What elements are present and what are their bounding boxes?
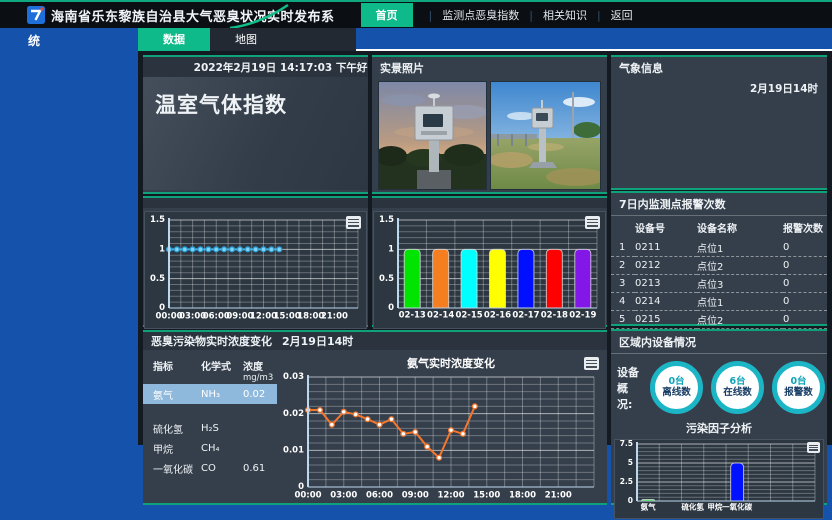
greeting-panel: 2022年2月19日 14:17:03 下午好 温室气体指数 <box>143 55 368 194</box>
daily-index-chart-panel <box>372 196 607 327</box>
devices-overview-label: 设备概况: <box>617 364 642 412</box>
alarm-table-row: 50215点位20 <box>611 311 827 329</box>
main-nav: 首页 | 监测点恶臭指数 | 相关知识 | 返回 <box>361 3 633 27</box>
weather-panel: 气象信息 2月19日14时 <box>611 55 827 190</box>
alarm-table-row: 20212点位20 <box>611 257 827 275</box>
alarm-table-header: 设备号 设备名称 报警次数 <box>611 218 827 239</box>
nav-item-3[interactable]: 返回 <box>611 7 633 23</box>
devices-panel: 区域内设备情况 设备概况: 0台离线数6台在线数0台报警数 污染因子分析 <box>611 329 827 505</box>
app-logo-icon <box>27 6 45 24</box>
device-gauges: 设备概况: 0台离线数6台在线数0台报警数 <box>611 354 827 416</box>
unit-label: mg/m3 <box>243 373 277 383</box>
alarm-table-row: 10211点位10 <box>611 239 827 257</box>
weather-time: 2月19日14时 <box>611 79 827 96</box>
factor-analysis-title: 污染因子分析 <box>611 420 827 436</box>
decorative-swoosh <box>228 3 290 29</box>
odor-index-chart <box>145 212 366 324</box>
ammonia-chart <box>280 353 604 503</box>
tab-strip: 数据地图 <box>138 28 356 51</box>
pollutants-header: 恶臭污染物实时浓度变化 2月19日14时 <box>143 332 607 350</box>
site-photo-dusk <box>378 81 487 190</box>
pollutant-row-0[interactable]: 氨气NH₃0.02 <box>143 384 277 404</box>
nav-item-1[interactable]: 监测点恶臭指数 <box>442 7 519 23</box>
nav-item-2[interactable]: 相关知识 <box>543 7 587 23</box>
nav-separator: | <box>597 9 601 22</box>
devices-title: 区域内设备情况 <box>611 331 827 354</box>
nav-separator: | <box>529 9 533 22</box>
headline-text: 温室气体指数 <box>143 77 368 190</box>
nav-item-0[interactable]: 首页 <box>361 3 413 27</box>
factor-chart <box>615 440 821 514</box>
pollutants-panel: 恶臭污染物实时浓度变化 2月19日14时 指标 化学式 浓度mg/m3 氨气NH… <box>143 330 607 505</box>
pollutant-row-3[interactable]: 一氧化碳CO0.61 <box>143 458 277 478</box>
tab-1[interactable]: 地图 <box>210 28 282 51</box>
datetime-bar: 2022年2月19日 14:17:03 下午好 <box>143 57 368 77</box>
daily-index-chart <box>374 212 605 324</box>
chart-menu-icon[interactable] <box>346 216 361 229</box>
site-photo-day <box>490 81 601 190</box>
app-title-wrap: 统 <box>28 32 40 49</box>
alarm-table: 设备号 设备名称 报警次数 10211点位1020212点位2030213点位3… <box>611 218 827 347</box>
nav-separator: | <box>429 9 433 22</box>
photos-panel: 实景照片 <box>372 55 607 194</box>
pollutant-table: 指标 化学式 浓度mg/m3 氨气NH₃0.02 硫化氢H₂S甲烷CH₄一氧化碳C… <box>143 356 277 478</box>
factor-chart-box <box>614 439 824 519</box>
pollutants-body: 指标 化学式 浓度mg/m3 氨气NH₃0.02 硫化氢H₂S甲烷CH₄一氧化碳C… <box>143 350 607 503</box>
pollutants-title: 恶臭污染物实时浓度变化 <box>151 333 272 349</box>
pollutants-time: 2月19日14时 <box>282 333 353 349</box>
chart-header-strip <box>372 198 607 208</box>
photos-title: 实景照片 <box>372 57 607 79</box>
tab-row: 统 数据地图 <box>0 28 832 51</box>
device-gauge-0: 0台离线数 <box>650 361 703 414</box>
chart-menu-icon[interactable] <box>585 216 600 229</box>
odor-index-chart-panel <box>143 196 368 327</box>
weather-title: 气象信息 <box>611 57 827 79</box>
photos-container <box>372 79 607 192</box>
dashboard-page: 海南省乐东黎族自治县大气恶臭状况实时发布系 首页 | 监测点恶臭指数 | 相关知识 | 返回… <box>0 0 832 520</box>
device-gauge-1: 6台在线数 <box>711 361 764 414</box>
ammonia-chart-box <box>280 353 604 507</box>
tab-0[interactable]: 数据 <box>138 28 210 51</box>
chart-menu-icon[interactable] <box>807 442 820 453</box>
pollutant-row-1[interactable]: 硫化氢H₂S <box>143 418 277 438</box>
odor-index-chart-box <box>144 211 367 329</box>
device-gauge-2: 0台报警数 <box>772 361 825 414</box>
chart-menu-icon[interactable] <box>584 357 599 370</box>
pollutant-row-2[interactable]: 甲烷CH₄ <box>143 438 277 458</box>
alarm-table-title: 7日内监测点报警次数 <box>611 193 827 216</box>
alarm-table-row: 40214点位10 <box>611 293 827 311</box>
app-title: 海南省乐东黎族自治县大气恶臭状况实时发布系 <box>51 6 335 25</box>
alarm-table-panel: 7日内监测点报警次数 设备号 设备名称 报警次数 10211点位1020212点… <box>611 191 827 326</box>
chart-header-strip <box>143 198 368 208</box>
daily-index-chart-box <box>373 211 606 329</box>
alarm-table-row: 30213点位30 <box>611 275 827 293</box>
top-header: 海南省乐东黎族自治县大气恶臭状况实时发布系 首页 | 监测点恶臭指数 | 相关知识 | 返回 <box>0 0 832 28</box>
pollutant-table-header: 指标 化学式 浓度mg/m3 <box>143 356 277 384</box>
